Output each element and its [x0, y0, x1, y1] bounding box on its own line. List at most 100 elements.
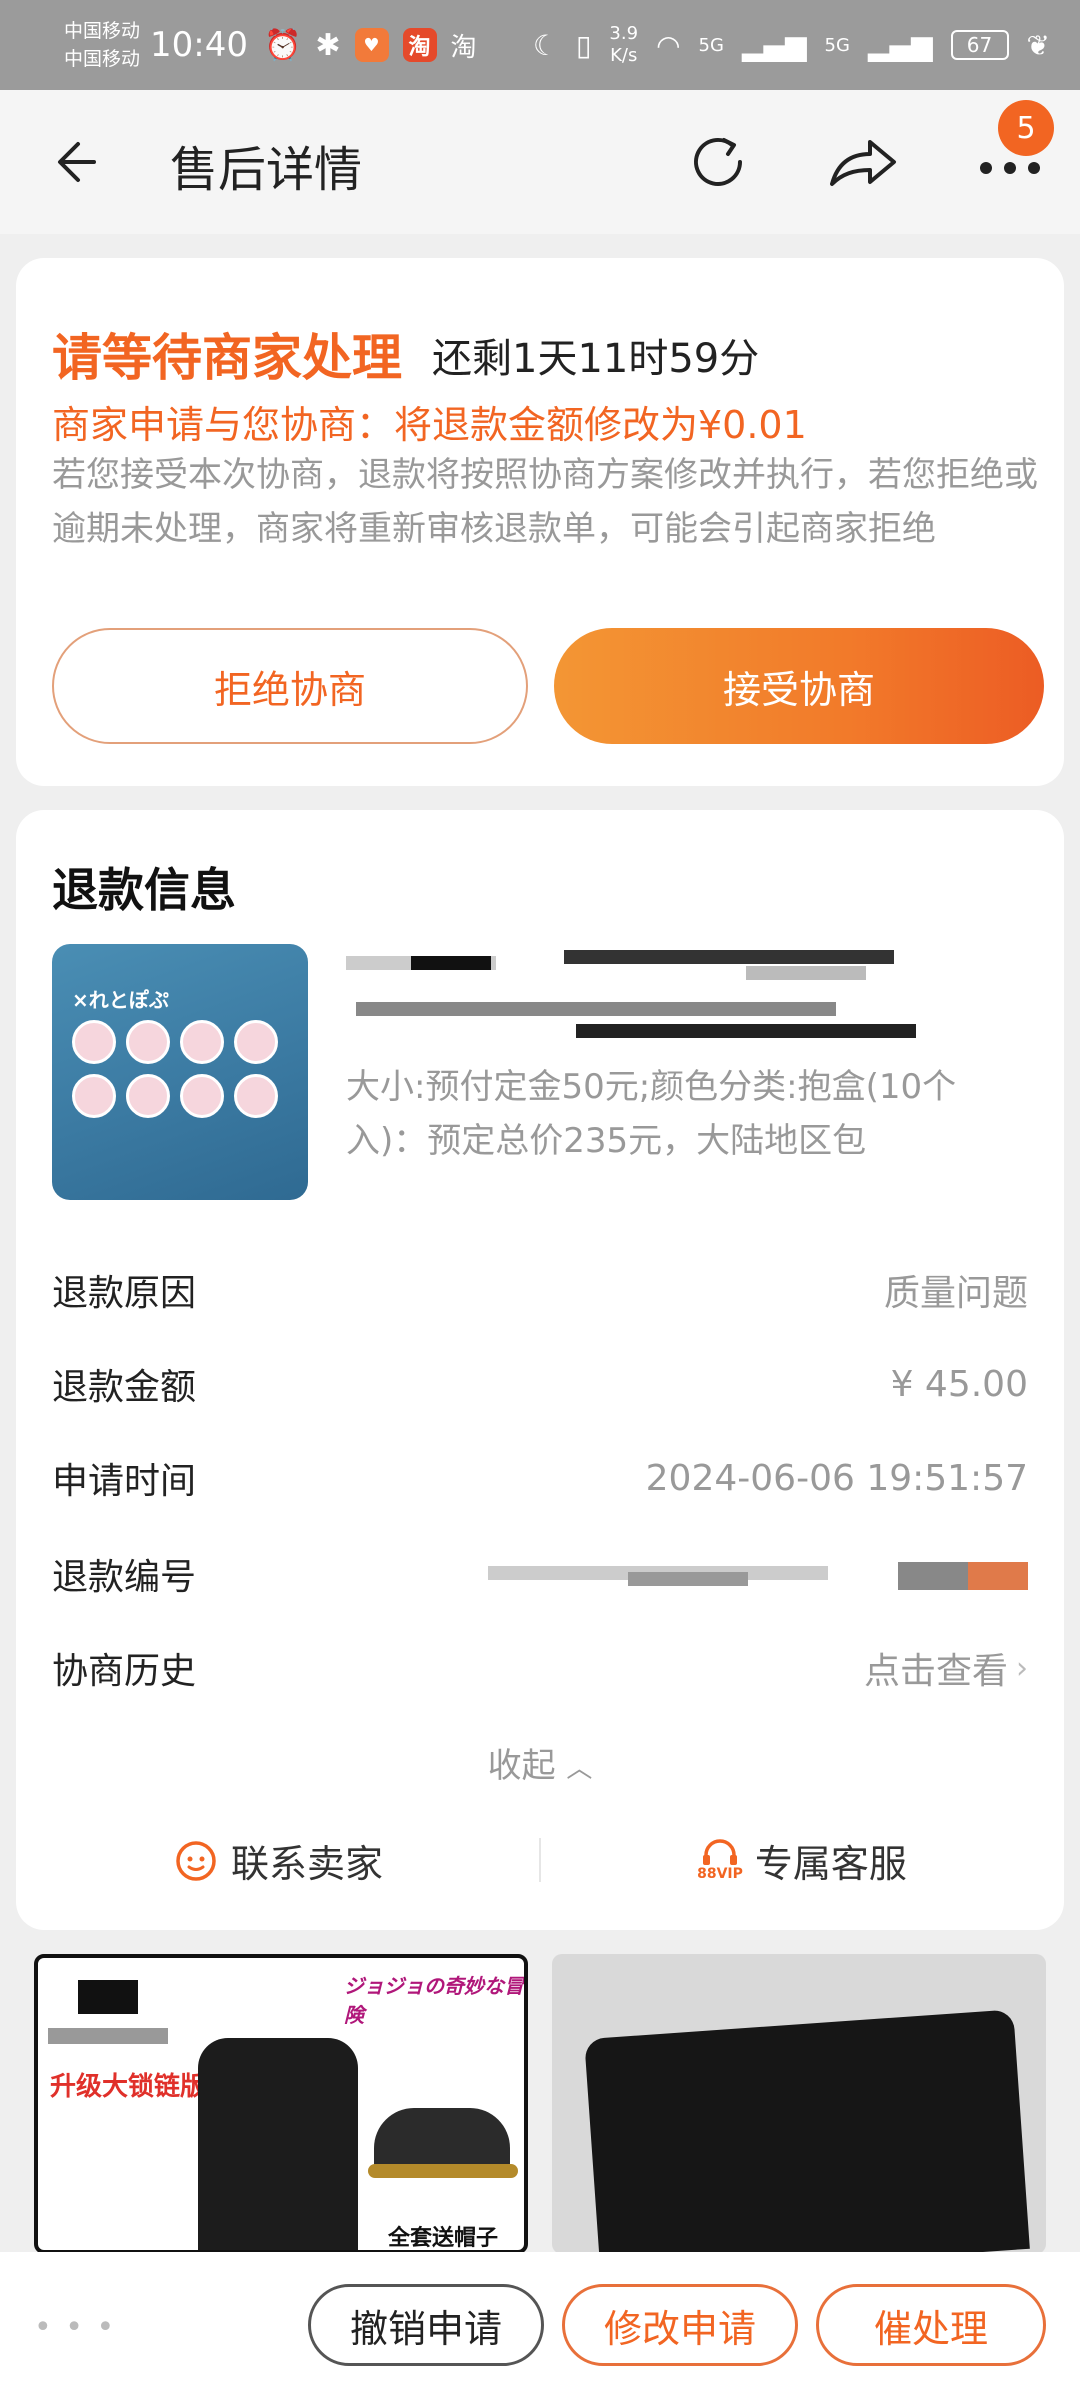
- nav-bar: 售后详情 5: [0, 90, 1080, 234]
- network-speed-value: 3.9: [609, 23, 639, 44]
- apply-time-row: 申请时间 2024-06-06 19:51:57: [52, 1448, 1028, 1508]
- vip-headset-icon: 88VIP: [697, 1839, 743, 1881]
- refund-reason-label: 退款原因: [52, 1273, 197, 1314]
- contact-seller-label: 联系卖家: [230, 1841, 383, 1886]
- recommended-product-left[interactable]: ジョジョの奇妙な冒険 升级大锁链版 全套送帽子: [34, 1954, 528, 2254]
- network-speed-unit: K/s: [610, 45, 638, 66]
- redaction-mark: [968, 1562, 1028, 1590]
- collapse-toggle[interactable]: 收起 ︿: [16, 1738, 1064, 1787]
- reject-negotiation-button[interactable]: 拒绝协商: [52, 628, 528, 744]
- app-notification-icon: ♥: [354, 28, 389, 62]
- view-link-text: 点击查看: [863, 1651, 1008, 1692]
- moon-icon: ☾: [532, 28, 558, 62]
- refund-amount-row: 退款金额 ¥ 45.00: [52, 1354, 1028, 1414]
- network-speed: 3.9 K/s: [609, 23, 638, 67]
- more-dots-icon[interactable]: • • •: [34, 2310, 116, 2345]
- badge-illustration: [126, 1074, 170, 1118]
- refund-number-label: 退款编号: [52, 1557, 197, 1598]
- redaction-mark: [898, 1562, 968, 1590]
- back-arrow-icon[interactable]: [48, 130, 112, 194]
- refund-reason-row: 退款原因 质量问题: [52, 1260, 1028, 1320]
- hat-brim-illustration: [368, 2164, 518, 2178]
- carrier-info: 中国移动 中国移动: [64, 17, 140, 73]
- refund-reason-value: 质量问题: [883, 1273, 1028, 1314]
- contact-seller-button[interactable]: 联系卖家: [16, 1833, 540, 1888]
- status-icons-left: ⏰ ✱ ♥ 淘 淘: [264, 27, 477, 64]
- signal-1-label: 5G: [698, 34, 724, 56]
- urge-processing-button[interactable]: 催处理: [816, 2284, 1046, 2366]
- badge-illustration: [126, 1020, 170, 1064]
- redaction-mark: [78, 1980, 138, 2014]
- product-badges-illustration: [72, 1020, 292, 1118]
- remaining-time: 还剩1天11时59分: [432, 336, 760, 382]
- negotiation-history-label: 协商历史: [52, 1651, 197, 1692]
- taobao-notification-icon: 淘: [402, 28, 437, 62]
- refund-section-title: 退款信息: [52, 863, 236, 917]
- signal-icon: ▂▄▆: [867, 28, 933, 62]
- badge-illustration: [234, 1020, 278, 1064]
- contact-row: 联系卖家 88VIP 专属客服: [16, 1820, 1064, 1900]
- vibrate-icon: ▯: [576, 28, 592, 62]
- taobao-text-icon: 淘: [450, 32, 477, 63]
- signal-2-label: 5G: [824, 34, 850, 56]
- accept-negotiation-button[interactable]: 接受协商: [554, 628, 1044, 744]
- hat-illustration: [374, 2108, 510, 2170]
- recommended-product-right[interactable]: [552, 1954, 1046, 2254]
- negotiation-status-card: 请等待商家处理 还剩1天11时59分 商家申请与您协商：将退款金额修改为¥0.0…: [16, 258, 1064, 786]
- alarm-icon: ⏰: [264, 27, 302, 63]
- product-spec: 大小:预付定金50元;颜色分类:抱盒(10个入)：预定总价235元，大陆地区包: [346, 1067, 957, 1161]
- carrier-1: 中国移动: [64, 20, 141, 42]
- chevron-up-icon: ︿: [566, 1754, 593, 1784]
- badge-illustration: [180, 1074, 224, 1118]
- chevron-right-icon: ›: [1016, 1650, 1028, 1686]
- merchant-offer: 商家申请与您协商：将退款金额修改为¥0.01: [52, 403, 807, 447]
- wifi-icon: ◠: [656, 28, 681, 62]
- refund-info-card: 退款信息 ×れとぽぷ 大小:预付定金50元;颜色分类:抱盒(10个入)：预定总价…: [16, 810, 1064, 1930]
- negotiation-history-row[interactable]: 协商历史 点击查看 ›: [52, 1638, 1028, 1698]
- bluetooth-icon: ✱: [315, 27, 341, 63]
- redaction-mark: [356, 1002, 836, 1016]
- share-icon[interactable]: [824, 126, 900, 198]
- notification-badge: 5: [998, 100, 1054, 156]
- headset-icon: [702, 1839, 737, 1865]
- exclusive-service-label: 专属客服: [754, 1841, 907, 1886]
- badge-illustration: [234, 1074, 278, 1118]
- bottom-action-bar: • • • 撤销申请 修改申请 催处理: [0, 2252, 1080, 2400]
- apply-time-value: 2024-06-06 19:51:57: [645, 1457, 1028, 1499]
- seller-chat-icon: [176, 1841, 216, 1881]
- vip-tag: 88VIP: [697, 1866, 743, 1882]
- refund-number-redacted[interactable]: [488, 1554, 1028, 1594]
- signal-icon: ▂▄▆: [741, 28, 807, 62]
- product-image-label: ×れとぽぷ: [72, 988, 169, 1012]
- redaction-mark: [746, 966, 866, 980]
- coat-illustration: [198, 2038, 358, 2250]
- refund-amount-label: 退款金额: [52, 1367, 197, 1408]
- divider: [539, 1838, 541, 1882]
- badge-illustration: [72, 1074, 116, 1118]
- status-title: 请等待商家处理: [52, 329, 402, 387]
- refund-amount-value: ¥ 45.00: [890, 1363, 1028, 1405]
- cancel-request-button[interactable]: 撤销申请: [308, 2284, 544, 2366]
- leaf-icon: ❦: [1026, 28, 1050, 62]
- refund-number-row: 退款编号: [52, 1544, 1028, 1604]
- redaction-mark: [576, 1024, 916, 1038]
- redaction-mark: [628, 1572, 748, 1586]
- modify-request-button[interactable]: 修改申请: [562, 2284, 798, 2366]
- jojo-logo: ジョジョの奇妙な冒険: [344, 1974, 524, 2027]
- negotiation-history-link[interactable]: 点击查看 ›: [864, 1642, 1028, 1694]
- apply-time-label: 申请时间: [52, 1461, 197, 1502]
- hat-included-note: 全套送帽子: [388, 2226, 499, 2251]
- badge-illustration: [180, 1020, 224, 1064]
- badge-illustration: [72, 1020, 116, 1064]
- status-icons-right: ☾ ▯ 3.9 K/s ◠ 5G ▂▄▆ 5G ▂▄▆ 67 ❦: [533, 23, 1050, 67]
- collapse-label: 收起: [487, 1746, 556, 1786]
- refresh-icon[interactable]: [682, 126, 754, 198]
- redaction-mark: [48, 2028, 168, 2044]
- upgrade-tag: 升级大锁链版: [50, 2072, 207, 2102]
- status-bar: 中国移动 中国移动 10:40 ⏰ ✱ ♥ 淘 淘 ☾ ▯ 3.9 K/s ◠ …: [0, 0, 1080, 90]
- skirt-illustration: [584, 2009, 1030, 2254]
- exclusive-service-button[interactable]: 88VIP 专属客服: [540, 1833, 1064, 1888]
- battery-indicator: 67: [950, 30, 1009, 60]
- negotiation-description: 若您接受本次协商，退款将按照协商方案修改并执行，若您拒绝或逾期未处理，商家将重新…: [52, 455, 1038, 549]
- product-image[interactable]: ×れとぽぷ: [52, 944, 308, 1200]
